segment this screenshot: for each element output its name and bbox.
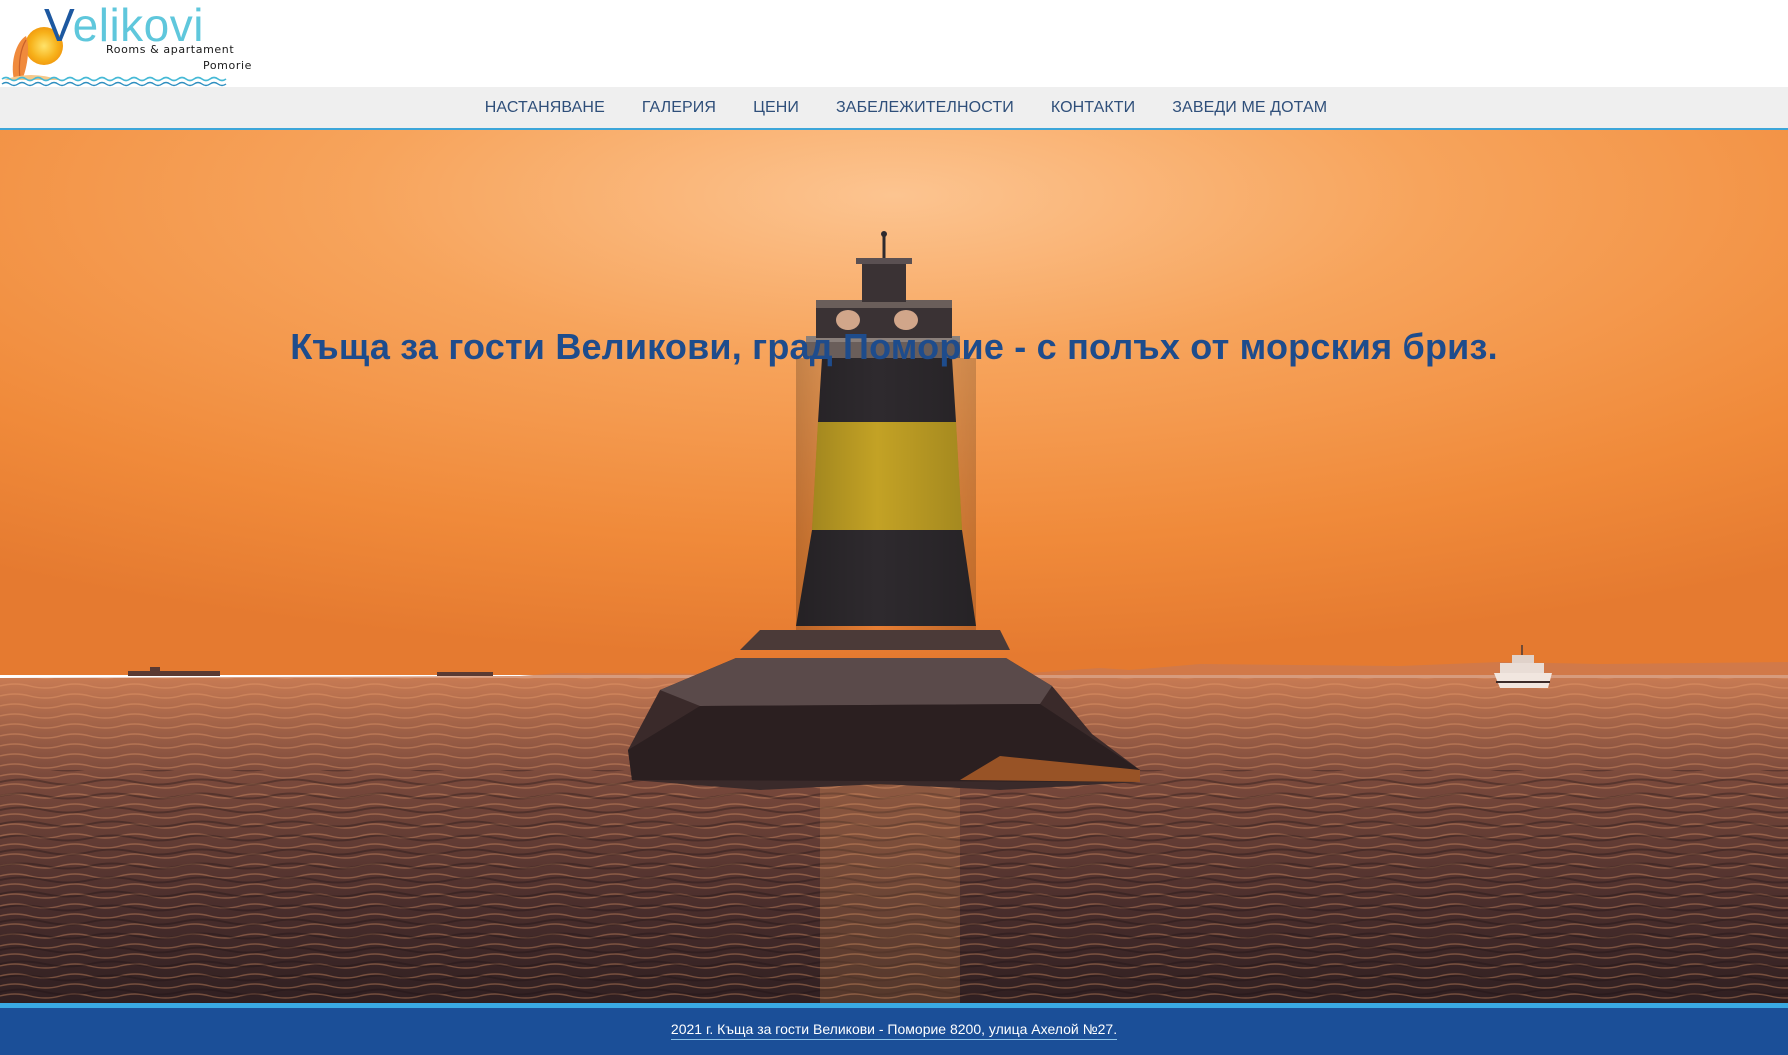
logo-city: Pomorie (203, 59, 252, 72)
hero-title: Къща за гости Великови, град Поморие - с… (290, 326, 1498, 367)
nav-item-accommodation[interactable]: НАСТАНЯВАНЕ (466, 86, 623, 129)
site-footer: 2021 г. Къща за гости Великови - Поморие… (0, 1003, 1788, 1055)
nav-list: НАСТАНЯВАНЕ ГАЛЕРИЯ ЦЕНИ ЗАБЕЛЕЖИТЕЛНОСТ… (466, 86, 1345, 129)
nav-item-directions[interactable]: ЗАВЕДИ МЕ ДОТАМ (1154, 86, 1346, 129)
nav-item-sights[interactable]: ЗАБЕЛЕЖИТЕЛНОСТИ (818, 86, 1033, 129)
nav-item-contacts[interactable]: КОНТАКТИ (1032, 86, 1153, 129)
hero-section: Къща за гости Великови, град Поморие - с… (0, 130, 1788, 1003)
hero-image-lighthouse (0, 130, 1788, 1003)
footer-address-link[interactable]: 2021 г. Къща за гости Великови - Поморие… (670, 1021, 1118, 1040)
nav-item-gallery[interactable]: ГАЛЕРИЯ (623, 86, 734, 129)
main-navigation: НАСТАНЯВАНЕ ГАЛЕРИЯ ЦЕНИ ЗАБЕЛЕЖИТЕЛНОСТ… (0, 87, 1788, 130)
nav-item-prices[interactable]: ЦЕНИ (735, 86, 818, 129)
logo-subtitle: Rooms & apartament (106, 43, 235, 56)
site-header: Velikovi Rooms & apartament Pomorie (0, 0, 1788, 87)
site-logo[interactable]: Velikovi Rooms & apartament Pomorie (0, 0, 260, 87)
